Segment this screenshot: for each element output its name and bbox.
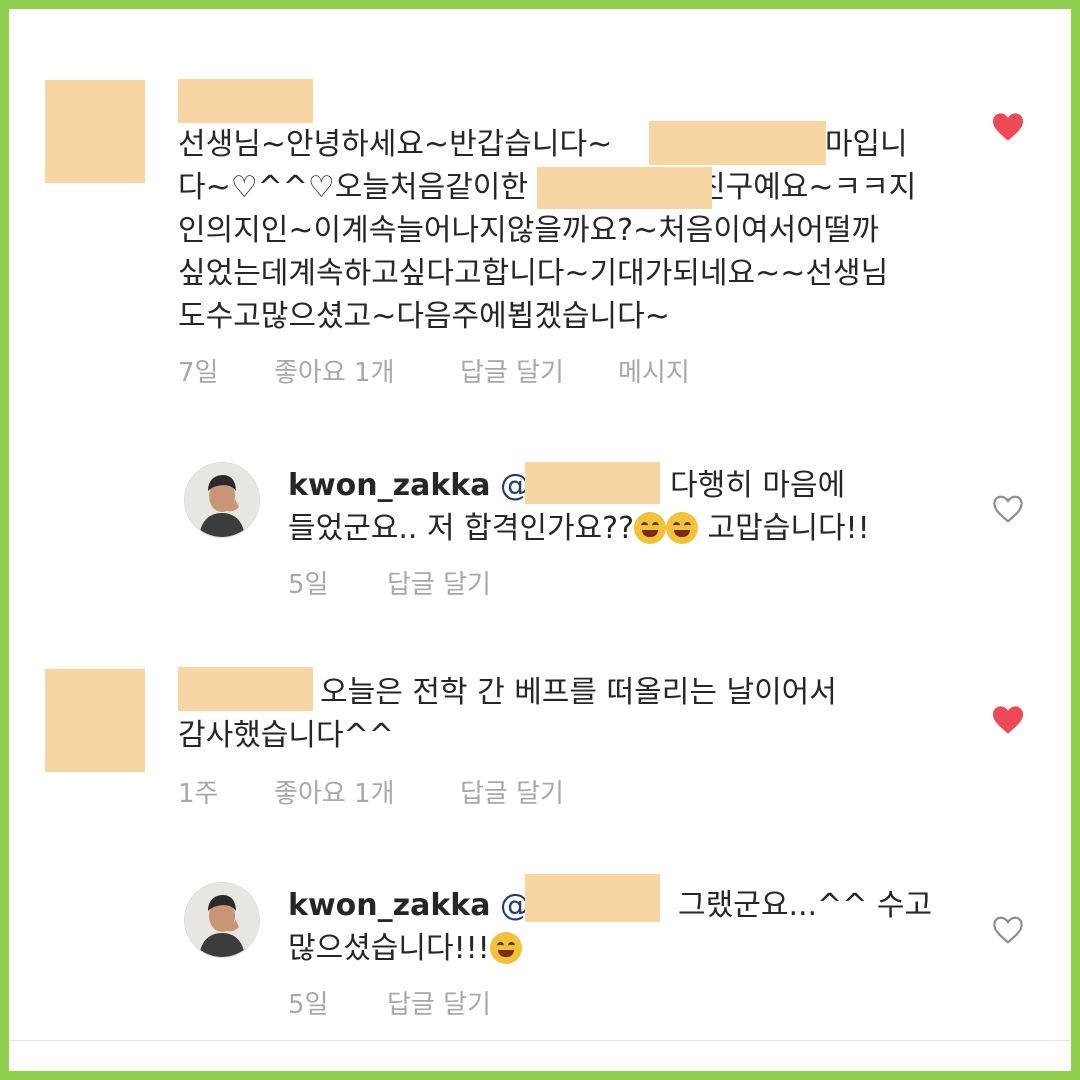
- tears-of-joy-emoji: [666, 512, 698, 544]
- heart-outline-icon[interactable]: [991, 494, 1025, 524]
- avatar[interactable]: [45, 80, 145, 183]
- comment-body: 오늘은 전학 간 베프를 떠올리는 날이어서 감사했습니다^^: [178, 675, 837, 753]
- tears-of-joy-emoji: [634, 512, 666, 544]
- profile-photo: [185, 463, 259, 537]
- likes-count[interactable]: 좋아요 1개: [274, 358, 395, 388]
- reply-time: 5일: [288, 570, 329, 600]
- mention-redacted: [537, 167, 712, 209]
- message-link[interactable]: 메시지: [618, 358, 690, 388]
- reply-time: 5일: [288, 990, 329, 1020]
- comment-meta: 1주 좋아요 1개 답글 달기: [178, 779, 678, 811]
- heart-outline-icon[interactable]: [991, 915, 1025, 945]
- reply-username[interactable]: kwon_zakka: [288, 888, 491, 923]
- heart-filled-icon[interactable]: [991, 112, 1025, 142]
- avatar[interactable]: [184, 462, 260, 538]
- tears-of-joy-emoji: [489, 932, 522, 964]
- heart-filled-icon[interactable]: [991, 705, 1025, 735]
- comment-time: 1주: [178, 779, 219, 809]
- likes-count[interactable]: 좋아요 1개: [274, 779, 395, 809]
- avatar[interactable]: [184, 882, 260, 958]
- comment-meta: 7일 좋아요 1개 답글 달기 메시지: [178, 358, 778, 390]
- comments-panel: 선생님~안녕하세요~반갑습니다~ 엄마입니 다~♡^^♡오늘처음같이한 친구예요~ㅋ…: [9, 9, 1071, 1071]
- username-redacted[interactable]: [178, 79, 313, 123]
- reply-meta: 5일 답글 달기: [288, 990, 688, 1022]
- mention-redacted: [525, 462, 660, 504]
- reply-link[interactable]: 답글 달기: [460, 779, 564, 809]
- mention-redacted: [649, 121, 826, 165]
- reply-username[interactable]: kwon_zakka: [288, 468, 491, 503]
- profile-photo: [185, 883, 259, 957]
- reply-link[interactable]: 답글 달기: [460, 358, 564, 388]
- avatar[interactable]: [45, 669, 145, 772]
- reply-link[interactable]: 답글 달기: [387, 570, 491, 600]
- divider: [9, 1040, 1071, 1041]
- reply-link[interactable]: 답글 달기: [387, 990, 491, 1020]
- reply-meta: 5일 답글 달기: [288, 570, 688, 602]
- mention-redacted: [525, 874, 660, 922]
- comment-time: 7일: [178, 358, 219, 388]
